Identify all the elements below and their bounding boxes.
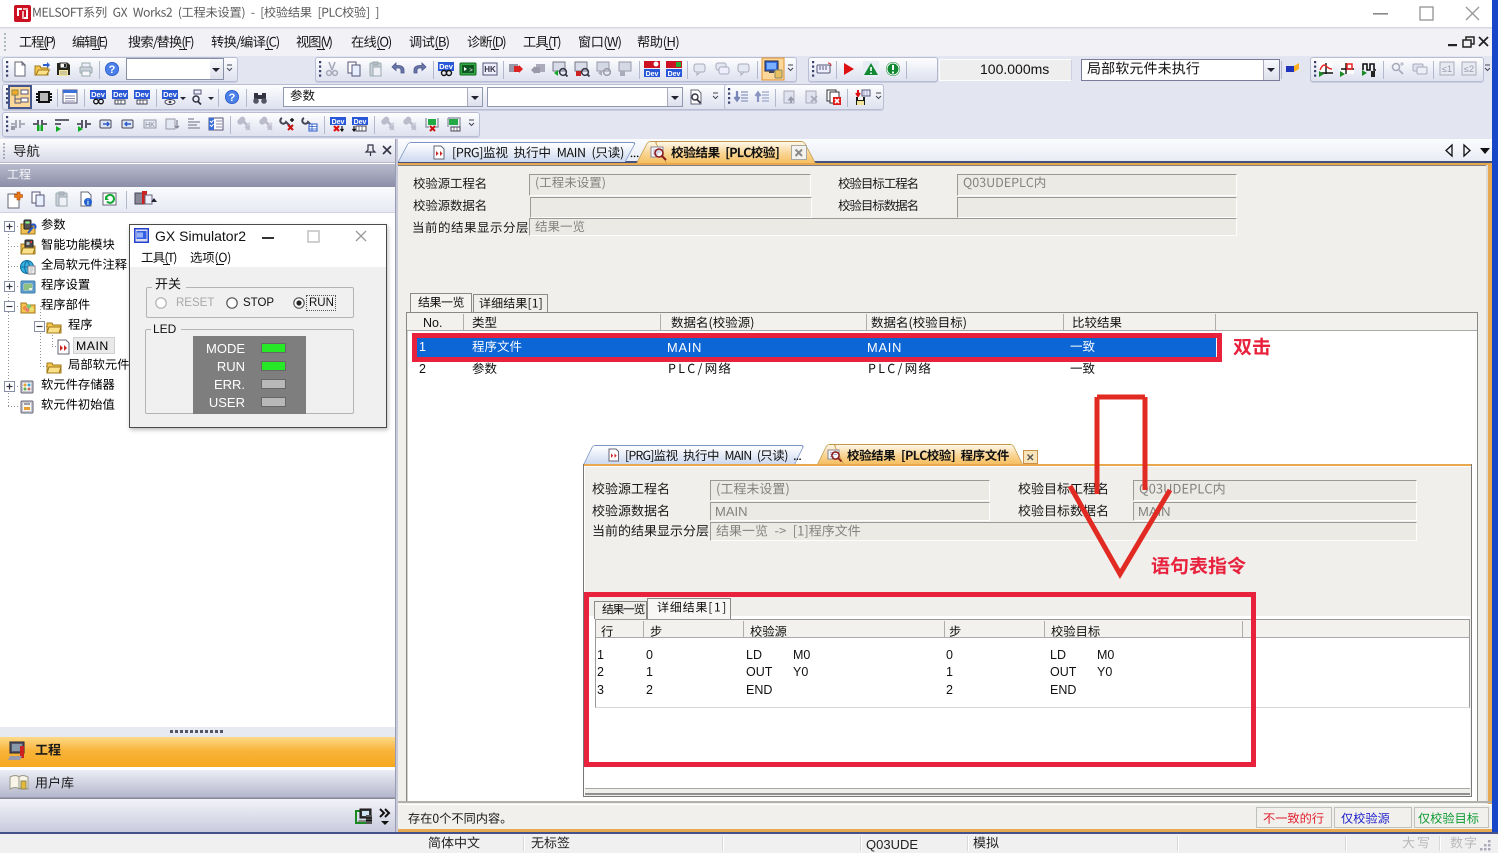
svg-text:>: >: [469, 68, 473, 74]
svg-text:?: ?: [229, 92, 236, 104]
svg-text:Dev: Dev: [646, 71, 659, 78]
svg-text:HK: HK: [145, 122, 155, 129]
svg-text:Dev: Dev: [163, 90, 178, 99]
svg-text:Dev: Dev: [91, 90, 106, 99]
svg-text:Dev: Dev: [135, 90, 150, 99]
svg-text:i: i: [87, 200, 89, 207]
svg-text:Dev: Dev: [332, 119, 345, 126]
svg-text:Dev: Dev: [354, 119, 367, 126]
svg-text:Dev: Dev: [439, 62, 454, 71]
svg-text:HK: HK: [484, 65, 496, 74]
svg-text:≤1: ≤1: [1442, 64, 1452, 74]
svg-text:Dev: Dev: [668, 71, 681, 78]
svg-text:Dev: Dev: [113, 90, 128, 99]
svg-text:≤2: ≤2: [1464, 64, 1474, 74]
svg-text:?: ?: [109, 64, 116, 76]
